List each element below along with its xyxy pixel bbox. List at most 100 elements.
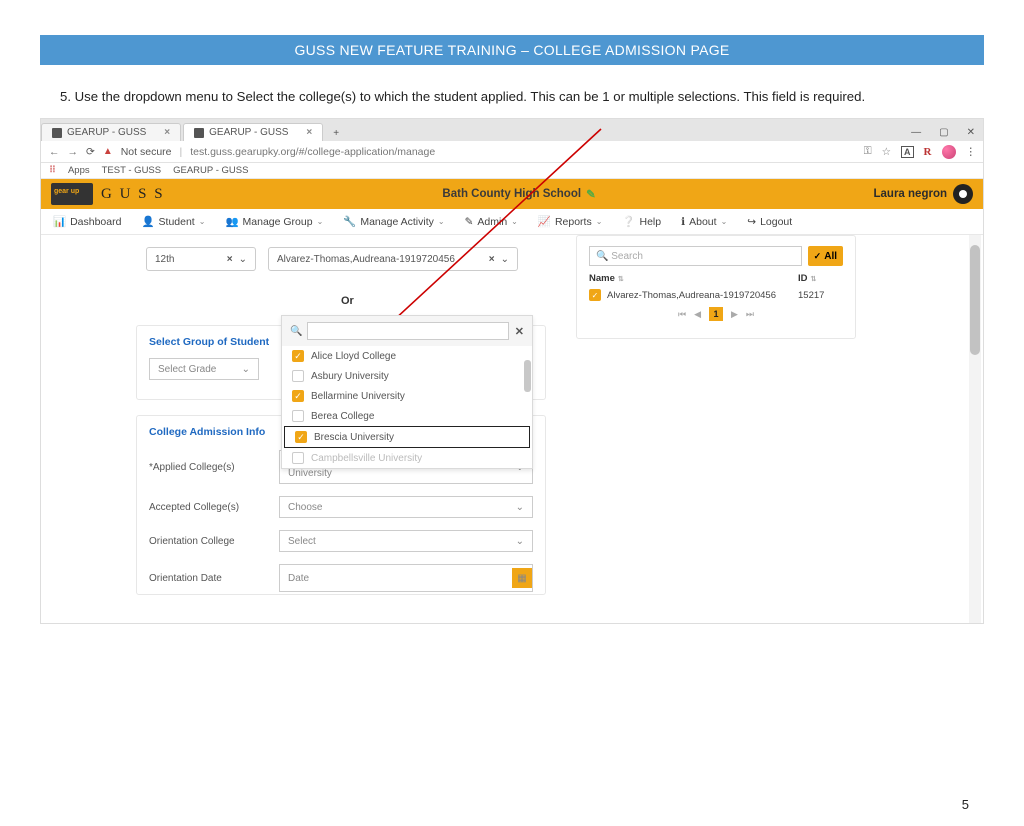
- option-label: Bellarmine University: [311, 391, 405, 402]
- edit-icon[interactable]: ✎: [586, 187, 596, 201]
- applied-college-label: *Applied College(s): [149, 462, 279, 473]
- app-body: 12th×⌄ Alvarez-Thomas,Audreana-191972045…: [41, 235, 983, 623]
- option-label: Asbury University: [311, 371, 389, 382]
- nav-reports[interactable]: 📈 Reports ⌄: [538, 215, 603, 228]
- orientation-date-input[interactable]: Date ▦: [279, 564, 533, 592]
- page-number: 5: [962, 797, 969, 812]
- option-label: Brescia University: [314, 432, 394, 443]
- nav-manage-activity[interactable]: 🔧 Manage Activity ⌄: [343, 215, 444, 228]
- orientation-date-label: Orientation Date: [149, 573, 279, 584]
- url-text[interactable]: test.guss.gearupky.org/#/college-applica…: [190, 146, 435, 158]
- dropdown-scrollbar[interactable]: [524, 360, 531, 392]
- checkbox-icon[interactable]: [292, 452, 304, 464]
- dropdown-option[interactable]: Bellarmine University: [282, 386, 532, 406]
- close-icon[interactable]: ✕: [515, 325, 524, 338]
- grade-dropdown[interactable]: Select Grade⌄: [149, 358, 259, 380]
- dropdown-option[interactable]: Berea College: [282, 406, 532, 426]
- grade-select[interactable]: 12th×⌄: [146, 247, 256, 271]
- checkbox-icon[interactable]: [292, 370, 304, 382]
- browser-tab-active[interactable]: GEARUP - GUSS ×: [183, 123, 323, 141]
- extension-r-icon[interactable]: R: [924, 146, 932, 158]
- extension-a-icon[interactable]: A: [901, 146, 914, 158]
- dropdown-option[interactable]: Campbellsville University: [282, 448, 532, 468]
- gearup-logo: [51, 183, 93, 205]
- close-tab-icon[interactable]: ×: [306, 127, 312, 138]
- nav-manage-group[interactable]: 👥 Manage Group ⌄: [225, 215, 323, 228]
- bookmark-link[interactable]: TEST - GUSS: [102, 165, 161, 176]
- page-scrollbar[interactable]: [969, 235, 981, 623]
- select-all-button[interactable]: All: [808, 246, 843, 266]
- browser-menu-icon[interactable]: ⋮: [966, 146, 976, 158]
- table-row[interactable]: Alvarez-Thomas,Audreana-1919720456 15217: [589, 289, 843, 301]
- security-label: Not secure: [121, 146, 172, 158]
- orientation-college-select[interactable]: Select⌄: [279, 530, 533, 552]
- search-icon: 🔍: [290, 326, 302, 337]
- dropdown-option[interactable]: Brescia University: [284, 426, 530, 448]
- checkbox-icon[interactable]: [292, 390, 304, 402]
- user-name: Laura negron: [874, 188, 947, 200]
- pager: ⏮ ◀ 1 ▶ ⏭: [589, 307, 843, 321]
- browser-addressbar: ← → ⟳ ▲ Not secure | test.guss.gearupky.…: [41, 141, 983, 163]
- profile-avatar-icon[interactable]: [942, 145, 956, 159]
- main-nav: 📊 Dashboard 👤 Student ⌄ 👥 Manage Group ⌄…: [41, 209, 983, 235]
- nav-help[interactable]: ❔ Help: [622, 215, 661, 228]
- instruction-text: 5. Use the dropdown menu to Select the c…: [60, 89, 964, 104]
- password-key-icon[interactable]: ⚿: [864, 145, 872, 158]
- bookmark-link[interactable]: GEARUP - GUSS: [173, 165, 248, 176]
- embedded-screenshot: GEARUP - GUSS × GEARUP - GUSS × + — ▢ ✕ …: [40, 118, 984, 624]
- dropdown-search-input[interactable]: [307, 322, 508, 340]
- pager-first-icon[interactable]: ⏮: [678, 309, 686, 320]
- college-dropdown-popup: 🔍 ✕ Alice Lloyd College Asbury University…: [281, 315, 533, 469]
- document-header: GUSS NEW FEATURE TRAINING – COLLEGE ADMI…: [40, 35, 984, 65]
- browser-tabbar: GEARUP - GUSS × GEARUP - GUSS × + — ▢ ✕: [41, 119, 983, 141]
- school-name: Bath County High School: [442, 188, 581, 200]
- nav-dashboard[interactable]: 📊 Dashboard: [53, 215, 121, 228]
- student-select[interactable]: Alvarez-Thomas,Audreana-1919720456×⌄: [268, 247, 518, 271]
- search-input[interactable]: 🔍 Search: [589, 246, 802, 266]
- pager-last-icon[interactable]: ⏭: [746, 309, 754, 320]
- reload-button[interactable]: ⟳: [86, 146, 95, 158]
- row-checkbox[interactable]: [589, 289, 601, 301]
- new-tab-button[interactable]: +: [325, 126, 347, 141]
- favicon-icon: [194, 128, 204, 138]
- bookmark-link[interactable]: Apps: [68, 165, 90, 176]
- favicon-icon: [52, 128, 62, 138]
- pager-current[interactable]: 1: [709, 307, 723, 321]
- forward-button[interactable]: →: [68, 146, 79, 158]
- pager-prev-icon[interactable]: ◀: [694, 309, 701, 320]
- student-list-panel: 🔍 Search All Name⇅ ID⇅ Alvarez-Thomas,Au…: [576, 235, 856, 339]
- window-close-icon[interactable]: ✕: [967, 127, 975, 138]
- window-minimize-icon[interactable]: —: [911, 127, 921, 138]
- close-tab-icon[interactable]: ×: [164, 127, 170, 138]
- app-banner: G U S S Bath County High School ✎ Laura …: [41, 179, 983, 209]
- option-label: Berea College: [311, 411, 374, 422]
- checkbox-icon[interactable]: [292, 410, 304, 422]
- nav-about[interactable]: ℹ About ⌄: [681, 216, 727, 228]
- browser-tab[interactable]: GEARUP - GUSS ×: [41, 123, 181, 141]
- bookmarks-bar: ⠿ Apps TEST - GUSS GEARUP - GUSS: [41, 163, 983, 179]
- user-avatar-icon[interactable]: [953, 184, 973, 204]
- window-maximize-icon[interactable]: ▢: [939, 127, 948, 138]
- calendar-icon[interactable]: ▦: [512, 568, 532, 588]
- accepted-college-select[interactable]: Choose⌄: [279, 496, 533, 518]
- nav-logout[interactable]: ↪ Logout: [747, 216, 792, 228]
- pager-next-icon[interactable]: ▶: [731, 309, 738, 320]
- back-button[interactable]: ←: [49, 146, 60, 158]
- apps-icon[interactable]: ⠿: [49, 165, 56, 176]
- bookmark-star-icon[interactable]: ☆: [882, 146, 891, 158]
- dropdown-option[interactable]: Alice Lloyd College: [282, 346, 532, 366]
- column-name-header[interactable]: Name⇅: [589, 273, 798, 284]
- column-id-header[interactable]: ID⇅: [798, 273, 843, 284]
- option-label: Alice Lloyd College: [311, 351, 396, 362]
- tab-title: GEARUP - GUSS: [209, 127, 288, 138]
- option-label: Campbellsville University: [311, 453, 422, 464]
- tab-title: GEARUP - GUSS: [67, 127, 146, 138]
- dropdown-option[interactable]: Asbury University: [282, 366, 532, 386]
- or-divider: Or: [341, 295, 354, 307]
- checkbox-icon[interactable]: [292, 350, 304, 362]
- nav-admin[interactable]: ✎ Admin ⌄: [465, 216, 518, 228]
- checkbox-icon[interactable]: [295, 431, 307, 443]
- accepted-college-label: Accepted College(s): [149, 502, 279, 513]
- nav-student[interactable]: 👤 Student ⌄: [141, 215, 205, 228]
- not-secure-icon: ▲: [103, 146, 113, 157]
